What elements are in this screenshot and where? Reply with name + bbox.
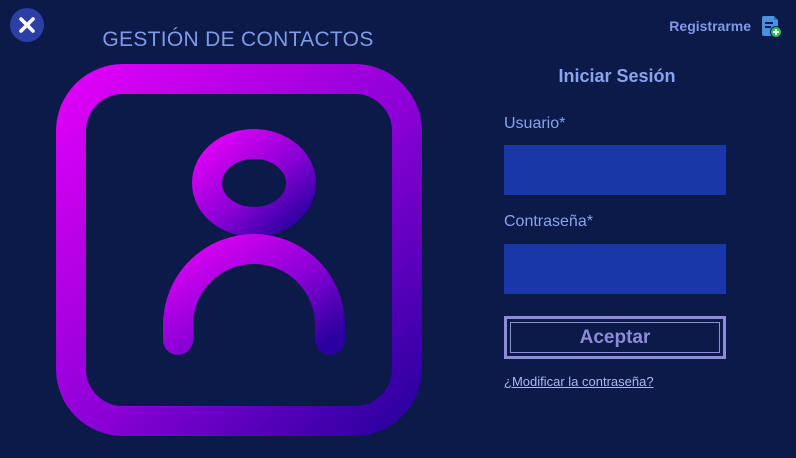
register-label: Registrarme: [669, 18, 751, 34]
username-label: Usuario*: [504, 115, 566, 132]
password-input[interactable]: [504, 244, 726, 294]
person-head: [192, 129, 316, 237]
contact-book-icon: [25, 64, 422, 436]
login-title: Iniciar Sesión: [558, 66, 676, 86]
password-label: Contraseña*: [504, 213, 593, 230]
username-input[interactable]: [504, 145, 726, 195]
add-user-document-icon: [762, 16, 782, 38]
change-password-link[interactable]: ¿Modificar la contraseña?: [504, 374, 654, 389]
register-button[interactable]: Registrarme: [669, 14, 782, 38]
accept-button[interactable]: Aceptar: [504, 316, 726, 359]
person-shoulders: [163, 234, 345, 355]
accept-button-label: Aceptar: [510, 322, 720, 353]
